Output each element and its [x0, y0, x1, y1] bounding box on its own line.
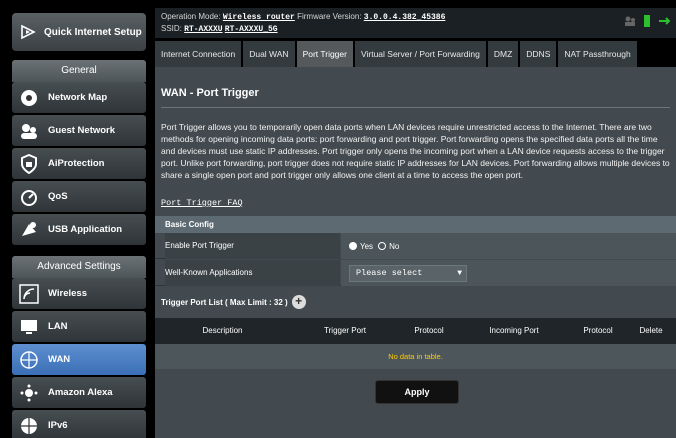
ipv6-globe-icon — [18, 415, 40, 437]
user-status-icon[interactable] — [624, 15, 636, 27]
operation-mode-link[interactable]: Wireless router — [223, 13, 295, 22]
sidebar-item-qos[interactable]: QoS — [12, 181, 146, 212]
chevron-down-icon: ▼ — [457, 268, 462, 278]
sidebar-item-aiprotection[interactable]: AiProtection — [12, 148, 146, 179]
tab-dmz[interactable]: DMZ — [487, 41, 519, 67]
sidebar-item-label: LAN — [48, 321, 68, 332]
ssid-5g-link[interactable]: RT-AXXXU_5G — [225, 25, 278, 34]
status-bar: Operation Mode: Wireless router Firmware… — [155, 8, 676, 38]
general-header: General — [12, 60, 146, 82]
add-icon[interactable]: + — [291, 295, 306, 309]
trigger-table-header: Description Trigger Port Protocol Incomi… — [155, 318, 676, 344]
sidebar-item-label: Wireless — [48, 288, 87, 299]
apply-button[interactable]: Apply — [375, 380, 459, 404]
well-known-apps-label: Well-Known Applications — [165, 260, 340, 286]
quick-internet-setup-button[interactable]: Quick Internet Setup — [12, 13, 146, 51]
status-icons — [624, 15, 670, 27]
wifi-icon — [18, 283, 40, 305]
col-delete: Delete — [639, 326, 663, 335]
sidebar-item-label: Amazon Alexa — [48, 387, 113, 398]
tab-virtual-server[interactable]: Virtual Server / Port Forwarding — [354, 41, 486, 67]
sidebar-item-guest-network[interactable]: Guest Network — [12, 115, 146, 146]
select-value: Please select — [356, 267, 423, 278]
title-divider — [161, 107, 670, 108]
wan-tabs: Internet Connection Dual WAN Port Trigge… — [155, 41, 676, 67]
col-incoming-port: Incoming Port — [489, 326, 539, 335]
sidebar: Quick Internet Setup General Network Map… — [0, 0, 150, 438]
page-title: WAN - Port Trigger — [161, 87, 259, 99]
sidebar-item-wireless[interactable]: Wireless — [12, 278, 146, 309]
gauge-icon — [18, 186, 40, 208]
tab-dual-wan[interactable]: Dual WAN — [243, 41, 295, 67]
empty-table-message: No data in table. — [155, 344, 676, 369]
sidebar-item-label: Guest Network — [48, 125, 116, 136]
operation-mode-line: Operation Mode: Wireless router Firmware… — [161, 12, 445, 22]
well-known-apps-row: Well-Known Applications Please select ▼ — [155, 260, 676, 286]
enable-port-trigger-label: Enable Port Trigger — [165, 233, 340, 259]
page-description: Port Trigger allows you to temporarily o… — [161, 122, 670, 180]
sidebar-item-network-map[interactable]: Network Map — [12, 82, 146, 113]
tab-nat-passthrough[interactable]: NAT Passthrough — [558, 41, 637, 67]
enable-port-trigger-value: Yes No — [341, 233, 676, 259]
sidebar-item-lan[interactable]: LAN — [12, 311, 146, 342]
alexa-icon — [18, 382, 40, 404]
well-known-apps-select[interactable]: Please select ▼ — [349, 264, 467, 282]
no-radio[interactable] — [378, 242, 387, 250]
tab-internet-connection[interactable]: Internet Connection — [155, 41, 242, 67]
sidebar-item-label: QoS — [48, 191, 68, 202]
quick-setup-label: Quick Internet Setup — [44, 26, 142, 38]
sidebar-item-usb-application[interactable]: USB Application — [12, 214, 146, 245]
tab-ddns[interactable]: DDNS — [520, 41, 557, 67]
sidebar-item-label: Network Map — [48, 92, 108, 103]
col-description: Description — [202, 326, 243, 335]
port-trigger-faq-link[interactable]: Port Trigger FAQ — [161, 198, 243, 208]
sidebar-item-label: USB Application — [48, 224, 123, 235]
shield-icon — [18, 153, 40, 175]
advanced-settings-header: Advanced Settings — [12, 256, 146, 278]
sidebar-item-amazon-alexa[interactable]: Amazon Alexa — [12, 377, 146, 408]
sidebar-item-ipv6[interactable]: IPv6 — [12, 410, 146, 438]
yes-label: Yes — [360, 241, 374, 251]
well-known-apps-value: Please select ▼ — [341, 260, 676, 286]
enable-port-trigger-row: Enable Port Trigger Yes No — [155, 233, 676, 259]
sidebar-item-label: WAN — [48, 354, 71, 365]
yes-radio[interactable] — [349, 242, 357, 250]
ssid-24g-link[interactable]: RT-AXXXU — [184, 25, 222, 34]
sidebar-item-label: AiProtection — [48, 158, 105, 169]
no-label: No — [389, 241, 400, 251]
sidebar-item-label: IPv6 — [48, 420, 68, 431]
basic-config-header: Basic Config — [155, 216, 676, 233]
usb-status-icon[interactable] — [642, 15, 652, 27]
ssid-label: SSID: — [161, 24, 182, 33]
network-status-icon[interactable] — [658, 15, 670, 27]
trigger-port-list-title: Trigger Port List ( Max Limit : 32 ) + — [161, 295, 306, 309]
firmware-link[interactable]: 3.0.0.4.382_45386 — [364, 13, 446, 22]
quick-setup-icon — [21, 24, 36, 40]
globe-icon — [18, 349, 40, 371]
operation-mode-label: Operation Mode: — [161, 12, 221, 21]
col-protocol-2: Protocol — [583, 326, 613, 335]
firmware-label: Firmware Version: — [297, 12, 362, 21]
tab-port-trigger[interactable]: Port Trigger — [296, 41, 353, 67]
network-map-icon — [18, 87, 40, 109]
monitor-icon — [18, 316, 40, 338]
trigger-list-label: Trigger Port List ( Max Limit : 32 ) — [161, 297, 288, 307]
col-protocol: Protocol — [414, 326, 444, 335]
main-panel: WAN - Port Trigger Port Trigger allows y… — [155, 67, 676, 438]
puzzle-icon — [18, 219, 40, 241]
ssid-line: SSID: RT-AXXXU RT-AXXXU_5G — [161, 24, 278, 34]
col-trigger-port: Trigger Port — [324, 326, 366, 335]
sidebar-item-wan[interactable]: WAN — [12, 344, 146, 375]
guest-network-icon — [18, 120, 40, 142]
